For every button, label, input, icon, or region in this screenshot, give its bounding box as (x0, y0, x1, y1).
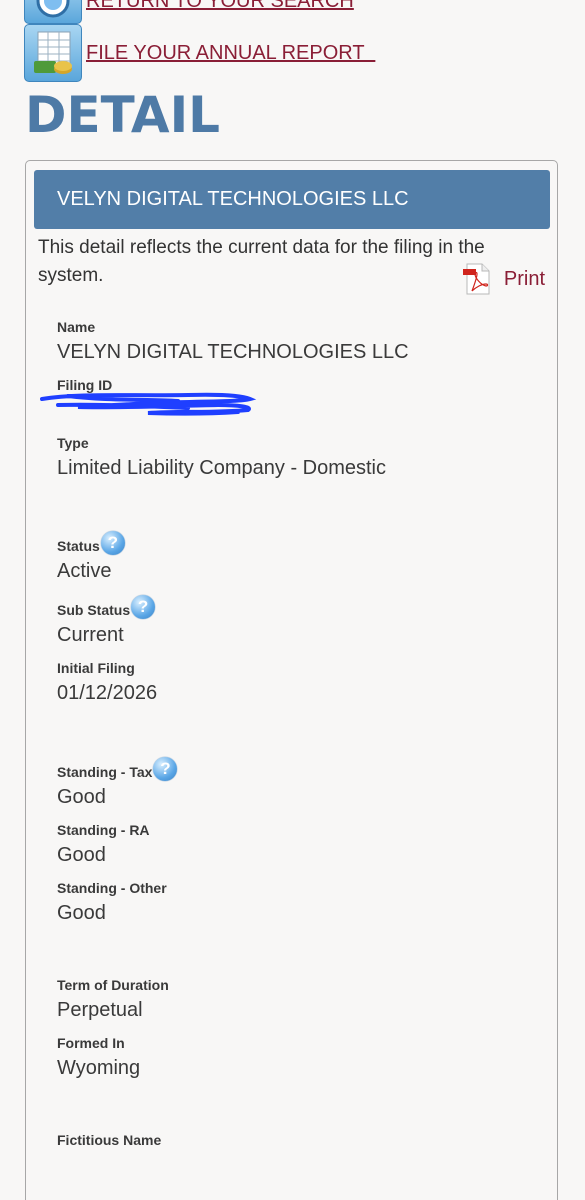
field-value-standing-tax: Good (57, 786, 106, 808)
field-label-term-of-duration: Term of Duration (57, 977, 169, 993)
redaction-scribble (40, 392, 257, 416)
spreadsheet-report-icon (24, 24, 82, 82)
field-sub-status: Sub Status ? Current (57, 595, 156, 647)
field-value-formed-in: Wyoming (57, 1057, 141, 1079)
filing-detail-panel: VELYN DIGITAL TECHNOLOGIES LLC This deta… (25, 160, 558, 1200)
file-annual-report-link[interactable]: FILE YOUR ANNUAL REPORT (24, 24, 375, 82)
field-label-type: Type (57, 435, 89, 451)
field-formed-in: Formed In Wyoming (57, 1033, 140, 1080)
field-label-sub-status: Sub Status (57, 602, 131, 618)
field-type: Type Limited Liability Company - Domesti… (57, 433, 386, 480)
field-label-sub-status-row: Sub Status ? (57, 595, 156, 620)
field-label-name: Name (57, 319, 96, 335)
field-standing-ra: Standing - RA Good (57, 820, 150, 867)
field-value-status: Active (57, 560, 112, 582)
field-name: Name VELYN DIGITAL TECHNOLOGIES LLC (57, 317, 409, 364)
field-value-standing-other: Good (57, 902, 106, 924)
return-to-search-text[interactable]: RETURN TO YOUR SEARCH (86, 0, 354, 13)
field-label-initial-filing: Initial Filing (57, 660, 135, 676)
pdf-icon (462, 263, 490, 295)
help-icon[interactable]: ? (153, 757, 178, 781)
field-fictitious-name: Fictitious Name (57, 1130, 161, 1150)
filing-detail-page: RETURN TO YOUR SEARCH FILE YOUR ANNUAL R… (0, 0, 585, 1200)
search-return-icon (24, 0, 82, 24)
field-label-status-row: Status ? (57, 531, 125, 556)
field-label-standing-other: Standing - Other (57, 880, 167, 896)
field-label-standing-tax-row: Standing - Tax ? (57, 757, 178, 782)
field-value-term-of-duration: Perpetual (57, 999, 143, 1021)
field-value-standing-ra: Good (57, 844, 106, 866)
field-initial-filing: Initial Filing 01/12/2026 (57, 658, 157, 705)
field-label-standing-tax: Standing - Tax (57, 764, 153, 780)
field-status: Status ? Active (57, 531, 125, 583)
field-label-standing-ra: Standing - RA (57, 822, 150, 838)
field-value-name: VELYN DIGITAL TECHNOLOGIES LLC (57, 341, 409, 363)
panel-header: VELYN DIGITAL TECHNOLOGIES LLC (34, 170, 550, 229)
field-standing-other: Standing - Other Good (57, 878, 167, 925)
help-icon[interactable]: ? (131, 595, 156, 619)
field-term-of-duration: Term of Duration Perpetual (57, 975, 169, 1022)
field-label-formed-in: Formed In (57, 1035, 125, 1051)
return-to-search-link[interactable]: RETURN TO YOUR SEARCH (24, 0, 354, 24)
field-label-status: Status (57, 538, 100, 554)
entity-name-heading: VELYN DIGITAL TECHNOLOGIES LLC (57, 188, 409, 210)
print-link[interactable]: Print (462, 263, 545, 295)
page-title: DETAIL (25, 86, 221, 144)
print-label[interactable]: Print (504, 268, 545, 291)
field-value-sub-status: Current (57, 624, 124, 646)
help-icon[interactable]: ? (100, 531, 125, 555)
field-standing-tax: Standing - Tax ? Good (57, 757, 178, 809)
field-value-initial-filing: 01/12/2026 (57, 682, 158, 704)
file-annual-report-text[interactable]: FILE YOUR ANNUAL REPORT (86, 42, 375, 65)
field-value-type: Limited Liability Company - Domestic (57, 457, 387, 479)
field-label-fictitious-name: Fictitious Name (57, 1132, 162, 1148)
